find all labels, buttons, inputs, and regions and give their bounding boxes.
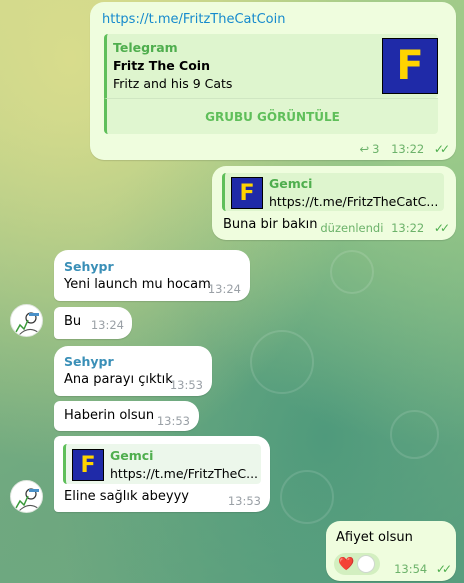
- heart-reaction-icon: ❤️: [338, 556, 355, 572]
- quote-text: https://t.me/FritzTheC...: [110, 466, 259, 481]
- quote-logo: F: [231, 177, 263, 209]
- message-time: 13:22: [391, 221, 425, 235]
- message-text: Ana parayı çıktık: [64, 372, 173, 387]
- message-text: Haberin olsun: [64, 408, 155, 423]
- preview-title: Fritz The Coin: [113, 58, 210, 73]
- view-group-button[interactable]: GRUBU GÖRÜNTÜLE: [104, 98, 438, 134]
- double-check-icon: ✓✓: [433, 221, 450, 235]
- message-time: 13:24: [207, 282, 241, 296]
- reply-quote[interactable]: F Gemci https://t.me/FritzTheCatC...: [222, 173, 444, 211]
- message-text: Afiyet olsun: [336, 530, 413, 545]
- double-check-icon: ✓✓: [435, 562, 452, 576]
- sender-name[interactable]: Sehypr: [64, 354, 114, 369]
- group-logo: F: [382, 38, 438, 94]
- double-check-icon: ✓✓: [433, 142, 450, 156]
- incoming-message[interactable]: Bu 13:24: [54, 307, 132, 339]
- reply-quote[interactable]: F Gemci https://t.me/FritzTheC...: [63, 444, 261, 484]
- message-text: Yeni launch mu hocam: [64, 277, 211, 292]
- background-doodle: [390, 410, 439, 459]
- edited-label: düzenlendi: [320, 221, 384, 235]
- outgoing-message-reply[interactable]: F Gemci https://t.me/FritzTheCatC... Bun…: [212, 166, 456, 240]
- message-meta: düzenlendi 13:22 ✓✓: [320, 221, 450, 235]
- reply-count[interactable]: 3: [372, 142, 379, 156]
- quote-sender: Gemci: [269, 176, 313, 191]
- quote-sender: Gemci: [110, 448, 154, 463]
- message-time: 13:53: [169, 378, 203, 392]
- message-time: 13:53: [227, 494, 261, 508]
- message-text: Buna bir bakın: [223, 217, 318, 232]
- sender-avatar[interactable]: [10, 480, 43, 513]
- incoming-message[interactable]: Sehypr Ana parayı çıktık 13:53: [54, 346, 212, 396]
- preview-site-name: Telegram: [113, 40, 178, 55]
- message-time: 13:22: [391, 142, 425, 156]
- quote-text: https://t.me/FritzTheCatC...: [269, 194, 439, 209]
- message-text: Eline sağlık abeyyy: [64, 489, 189, 504]
- background-doodle: [330, 250, 374, 294]
- message-meta: ↩ 3 13:22 ✓✓: [359, 142, 450, 156]
- reactor-avatar: [357, 555, 376, 573]
- outgoing-message-link[interactable]: https://t.me/FritzTheCatCoin Telegram Fr…: [90, 2, 456, 160]
- sender-avatar[interactable]: [10, 304, 43, 337]
- message-time: 13:54: [394, 562, 428, 576]
- outgoing-message[interactable]: Afiyet olsun ❤️ 13:54 ✓✓: [326, 521, 456, 581]
- link-preview[interactable]: Telegram Fritz The Coin Fritz and his 9 …: [104, 34, 438, 98]
- incoming-message-reply[interactable]: F Gemci https://t.me/FritzTheC... Eline …: [54, 436, 270, 512]
- message-text: Bu: [64, 314, 82, 329]
- reaction-chip[interactable]: ❤️: [334, 553, 380, 575]
- message-time: 13:24: [90, 318, 124, 332]
- message-meta: 13:54 ✓✓: [394, 562, 452, 576]
- incoming-message[interactable]: Sehypr Yeni launch mu hocam 13:24: [54, 250, 250, 301]
- view-group-label: GRUBU GÖRÜNTÜLE: [205, 109, 340, 124]
- preview-description: Fritz and his 9 Cats: [113, 76, 233, 91]
- message-link[interactable]: https://t.me/FritzTheCatCoin: [102, 12, 285, 27]
- incoming-message[interactable]: Haberin olsun 13:53: [54, 401, 199, 431]
- quote-logo: F: [72, 449, 104, 481]
- message-time: 13:53: [156, 414, 190, 428]
- background-doodle: [280, 470, 334, 524]
- sender-name[interactable]: Sehypr: [64, 259, 114, 274]
- reply-arrow-icon[interactable]: ↩: [359, 142, 369, 156]
- background-doodle: [250, 330, 314, 394]
